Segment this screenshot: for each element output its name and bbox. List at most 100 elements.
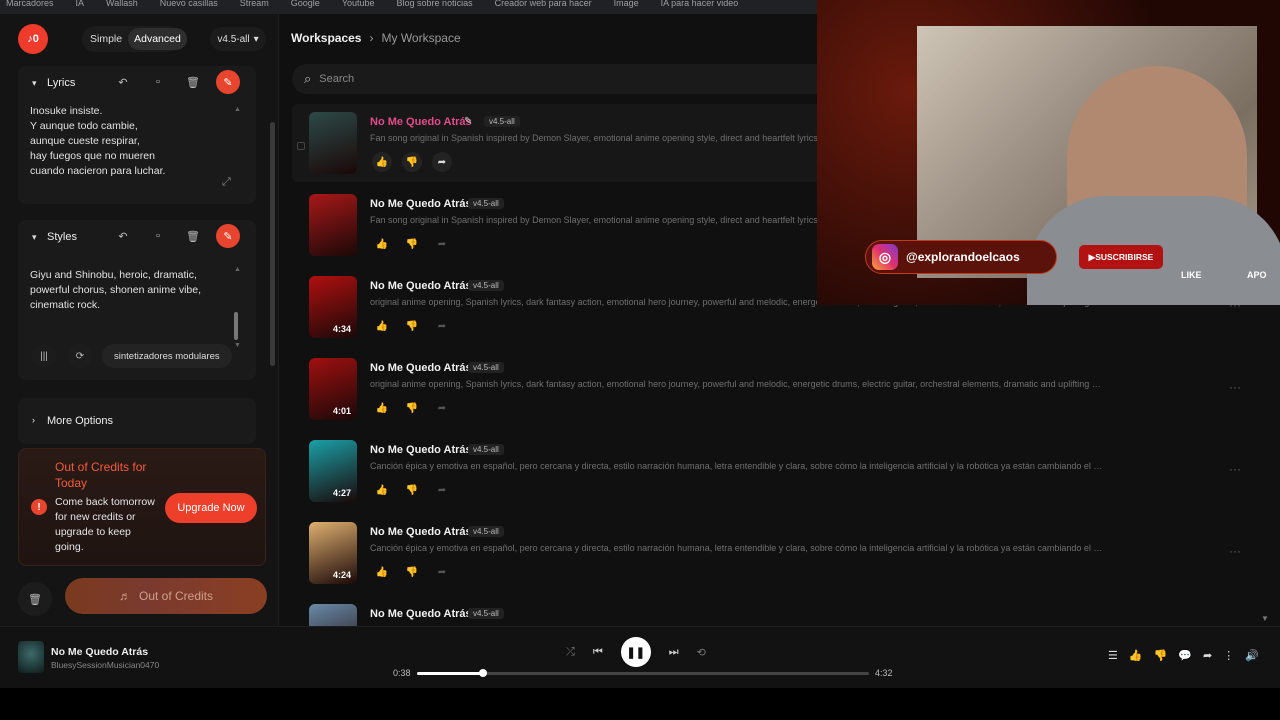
player-title[interactable]: No Me Quedo Atrás <box>51 646 148 658</box>
share-icon[interactable]: ➦ <box>432 398 452 418</box>
scrollbar-thumb[interactable] <box>270 122 275 366</box>
more-icon[interactable]: ⋮ <box>1223 649 1234 662</box>
thumbs-down-icon[interactable]: 👎 <box>402 152 422 172</box>
lyrics-textarea[interactable]: Inosuke insiste. Y aunque todo cambie, a… <box>30 104 220 179</box>
queue-icon[interactable]: ☰ <box>1108 649 1118 662</box>
styles-textarea[interactable]: Giyu and Shinobu, heroic, dramatic, powe… <box>30 268 228 313</box>
shuffle-icon[interactable]: ⤮ <box>566 646 575 659</box>
library-icon[interactable]: ||| <box>32 344 56 368</box>
sidebar-scrollbar[interactable] <box>268 66 276 436</box>
share-icon[interactable]: ➦ <box>432 234 452 254</box>
share-icon[interactable]: ➦ <box>432 480 452 500</box>
bookmark-item[interactable]: Wallash <box>106 0 138 14</box>
comment-icon[interactable]: 💬 <box>1178 649 1192 662</box>
scroll-up-icon[interactable]: ▲ <box>234 266 241 273</box>
song-title[interactable]: No Me Quedo Atrás <box>370 362 472 374</box>
thumbs-down-icon[interactable]: 👎 <box>402 234 422 254</box>
repeat-icon[interactable]: ⟲ <box>697 646 706 659</box>
trash-icon[interactable]: 🗑 <box>181 224 205 248</box>
thumbs-up-icon[interactable]: 👍 <box>372 316 392 336</box>
row-checkbox[interactable] <box>297 142 305 150</box>
thumbs-down-icon[interactable]: 👎 <box>402 398 422 418</box>
thumbs-up-icon[interactable]: 👍 <box>1129 649 1143 662</box>
more-options-icon[interactable]: ··· <box>1229 380 1241 394</box>
magic-wand-icon[interactable]: ✎ <box>216 224 240 248</box>
thumbs-up-icon[interactable]: 👍 <box>372 480 392 500</box>
styles-scroll-thumb[interactable] <box>234 312 238 340</box>
thumbs-up-icon[interactable]: 👍 <box>372 398 392 418</box>
scroll-up-icon[interactable]: ▲ <box>234 106 241 113</box>
song-title[interactable]: No Me Quedo Atrás <box>370 526 472 538</box>
progress-bar[interactable] <box>417 669 869 677</box>
thumbs-up-icon[interactable]: 👍 <box>372 152 392 172</box>
thumbs-down-icon[interactable]: 👎 <box>402 316 422 336</box>
song-cover[interactable] <box>309 194 357 256</box>
song-title[interactable]: No Me Quedo Atrás <box>370 444 472 456</box>
song-title[interactable]: No Me Quedo Atrás <box>370 608 472 620</box>
mode-advanced[interactable]: Advanced <box>128 28 187 50</box>
magic-wand-icon[interactable]: ✎ <box>216 70 240 94</box>
previous-icon[interactable]: ⏮ <box>593 646 603 659</box>
player-artist[interactable]: BluesySessionMusician0470 <box>51 660 159 670</box>
bookmark-item[interactable]: Creador web para hacer <box>495 0 592 14</box>
player-cover[interactable] <box>18 641 44 673</box>
clear-button[interactable]: 🗑 <box>18 582 52 616</box>
expand-icon[interactable]: ⤢ <box>222 176 231 189</box>
song-title[interactable]: No Me Quedo Atrás <box>370 198 472 210</box>
bookmark-item[interactable]: Nuevo casillas <box>160 0 218 14</box>
more-options-icon[interactable]: ··· <box>1229 544 1241 558</box>
bookmark-item[interactable]: Youtube <box>342 0 375 14</box>
thumbs-up-icon[interactable]: 👍 <box>372 562 392 582</box>
lyrics-header[interactable]: ▾ Lyrics ↶ ▫ 🗑 ✎ <box>18 66 256 100</box>
song-row[interactable]: 4:24 No Me Quedo Atrás v4.5-all Canción épi… <box>292 514 1260 592</box>
scroll-down-icon[interactable]: ▼ <box>1261 614 1269 623</box>
more-options-button[interactable]: › More Options <box>18 398 256 444</box>
style-tag[interactable]: sintetizadores modulares <box>102 344 232 368</box>
song-cover[interactable]: 4:01 <box>309 358 357 420</box>
bookmark-item[interactable]: Stream <box>240 0 269 14</box>
song-cover[interactable]: 4:34 <box>309 276 357 338</box>
thumbs-up-icon[interactable]: 👍 <box>372 234 392 254</box>
progress-knob[interactable] <box>479 669 488 677</box>
styles-header[interactable]: ▾ Styles ↶ ▫ 🗑 ✎ <box>18 220 256 254</box>
bookmark-item[interactable]: Marcadores <box>6 0 54 14</box>
breadcrumb-workspaces[interactable]: Workspaces <box>291 31 361 45</box>
copy-icon[interactable]: ▫ <box>146 70 170 94</box>
bookmark-item[interactable]: IA para hacer video <box>661 0 739 14</box>
mode-simple[interactable]: Simple <box>84 28 128 50</box>
logo-button[interactable]: ♪0 <box>18 24 48 54</box>
song-title[interactable]: No Me Quedo Atrás <box>370 280 472 292</box>
song-row[interactable]: 4:27 No Me Quedo Atrás v4.5-all Canción épi… <box>292 432 1260 510</box>
share-icon[interactable]: ➦ <box>1203 649 1212 662</box>
upgrade-now-button[interactable]: Upgrade Now <box>165 493 257 523</box>
share-icon[interactable]: ➦ <box>432 562 452 582</box>
song-cover[interactable]: 4:27 <box>309 440 357 502</box>
more-options-icon[interactable]: ··· <box>1229 462 1241 476</box>
thumbs-down-icon[interactable]: 👎 <box>402 480 422 500</box>
search-input[interactable] <box>319 73 720 85</box>
thumbs-down-icon[interactable]: 👎 <box>1154 649 1168 662</box>
edit-icon[interactable]: ✎ <box>464 116 472 127</box>
bookmark-item[interactable]: IA <box>76 0 85 14</box>
next-icon[interactable]: ⏭ <box>669 646 679 659</box>
bookmark-item[interactable]: Google <box>291 0 320 14</box>
thumbs-down-icon[interactable]: 👎 <box>402 562 422 582</box>
volume-icon[interactable]: 🔊 <box>1245 649 1259 662</box>
song-cover[interactable]: 4:24 <box>309 522 357 584</box>
copy-icon[interactable]: ▫ <box>146 224 170 248</box>
bookmark-item[interactable]: Blog sobre noticias <box>397 0 473 14</box>
undo-icon[interactable]: ↶ <box>111 70 135 94</box>
version-select[interactable]: v4.5-all ▾ <box>210 27 266 51</box>
trash-icon[interactable]: 🗑 <box>181 70 205 94</box>
app-window: Marcadores IA Wallash Nuevo casillas Stream G… <box>0 0 1280 720</box>
bookmark-item[interactable]: Image <box>614 0 639 14</box>
song-row[interactable]: 4:01 No Me Quedo Atrás v4.5-all original an… <box>292 350 1260 428</box>
song-cover[interactable] <box>309 112 357 174</box>
song-title[interactable]: No Me Quedo Atrás <box>370 116 472 128</box>
pause-button[interactable]: ❚❚ <box>620 637 651 667</box>
create-button[interactable]: ♬ Out of Credits <box>65 578 267 614</box>
share-icon[interactable]: ➦ <box>432 152 452 172</box>
share-icon[interactable]: ➦ <box>432 316 452 336</box>
refresh-icon[interactable]: ⟳ <box>68 344 92 368</box>
undo-icon[interactable]: ↶ <box>111 224 135 248</box>
